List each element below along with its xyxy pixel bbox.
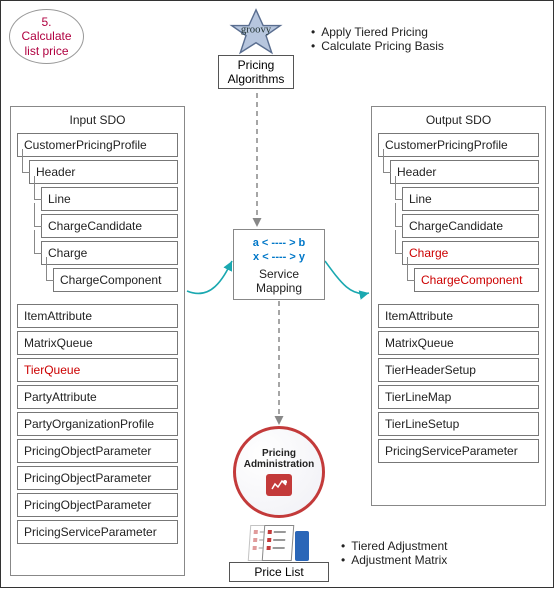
- sdo-list-row: PartyAttribute: [17, 385, 178, 409]
- sdo-tree-node: CustomerPricingProfile: [378, 133, 539, 157]
- sdo-list-row: PricingObjectParameter: [17, 466, 178, 490]
- sdo-tree-node: ChargeComponent: [53, 268, 178, 292]
- input-sdo-title: Input SDO: [17, 113, 178, 127]
- bullet-item: Apply Tiered Pricing: [311, 25, 444, 39]
- mapping-symbol-line: a < ---- > b: [238, 236, 320, 250]
- pricing-admin-label: Pricing Administration: [244, 448, 315, 470]
- sdo-list-row: ItemAttribute: [378, 304, 539, 328]
- price-list-node: Price List: [229, 523, 329, 582]
- sdo-list-row: TierHeaderSetup: [378, 358, 539, 382]
- sdo-tree-node: ChargeComponent: [414, 268, 539, 292]
- diagram-canvas: 5. Calculate list price groovy Pricing A…: [0, 0, 554, 588]
- sdo-tree-node: ChargeCandidate: [402, 214, 539, 238]
- input-sdo-tree: CustomerPricingProfile Header Line ChargeCa…: [17, 133, 178, 292]
- sdo-tree-node: Charge: [402, 241, 539, 265]
- sdo-tree-node: Charge: [41, 241, 178, 265]
- sdo-tree-node: Header: [390, 160, 539, 184]
- sdo-tree-node: Header: [29, 160, 178, 184]
- pricing-admin-icon: [266, 474, 292, 496]
- sdo-list-row: TierQueue: [17, 358, 178, 382]
- sdo-list-row: PricingObjectParameter: [17, 439, 178, 463]
- service-mapping-label: Service Mapping: [238, 267, 320, 296]
- price-list-bullets: Tiered Adjustment Adjustment Matrix: [341, 539, 447, 567]
- algorithm-bullets: Apply Tiered Pricing Calculate Pricing B…: [311, 25, 444, 53]
- star-icon: groovy: [220, 7, 292, 57]
- sdo-list-row: ItemAttribute: [17, 304, 178, 328]
- price-list-label: Price List: [229, 562, 329, 582]
- sdo-list-row: PricingServiceParameter: [378, 439, 539, 463]
- step-badge: 5. Calculate list price: [9, 9, 84, 64]
- bullet-item: Calculate Pricing Basis: [311, 39, 444, 53]
- step-label: Calculate list price: [21, 29, 71, 58]
- sdo-list-row: PartyOrganizationProfile: [17, 412, 178, 436]
- output-sdo-list: ItemAttribute MatrixQueue TierHeaderSetup T…: [378, 304, 539, 463]
- script-name: groovy: [241, 24, 272, 36]
- sdo-tree-node: Line: [41, 187, 178, 211]
- service-mapping-node: a < ---- > b x < ---- > y Service Mappin…: [233, 229, 325, 300]
- input-sdo-panel: Input SDO CustomerPricingProfile Header Li…: [10, 106, 185, 576]
- output-sdo-title: Output SDO: [378, 113, 539, 127]
- input-sdo-list: ItemAttribute MatrixQueue TierQueue PartyAt…: [17, 304, 178, 544]
- price-list-icon: [229, 523, 329, 561]
- pricing-administration-node: Pricing Administration: [233, 426, 325, 518]
- bullet-item: Tiered Adjustment: [341, 539, 447, 553]
- sdo-list-row: MatrixQueue: [378, 331, 539, 355]
- output-sdo-panel: Output SDO CustomerPricingProfile Header L…: [371, 106, 546, 506]
- sdo-tree-node: Line: [402, 187, 539, 211]
- sdo-list-row: PricingObjectParameter: [17, 493, 178, 517]
- sdo-list-row: MatrixQueue: [17, 331, 178, 355]
- sdo-tree-node: CustomerPricingProfile: [17, 133, 178, 157]
- sdo-list-row: PricingServiceParameter: [17, 520, 178, 544]
- pricing-algorithms-label: Pricing Algorithms: [218, 55, 294, 89]
- output-sdo-tree: CustomerPricingProfile Header Line ChargeCa…: [378, 133, 539, 292]
- pricing-algorithms-node: groovy Pricing Algorithms: [218, 7, 294, 89]
- sdo-list-row: TierLineMap: [378, 385, 539, 409]
- step-number: 5.: [21, 15, 71, 29]
- bullet-item: Adjustment Matrix: [341, 553, 447, 567]
- sdo-list-row: TierLineSetup: [378, 412, 539, 436]
- mapping-symbol-line: x < ---- > y: [238, 250, 320, 264]
- sdo-tree-node: ChargeCandidate: [41, 214, 178, 238]
